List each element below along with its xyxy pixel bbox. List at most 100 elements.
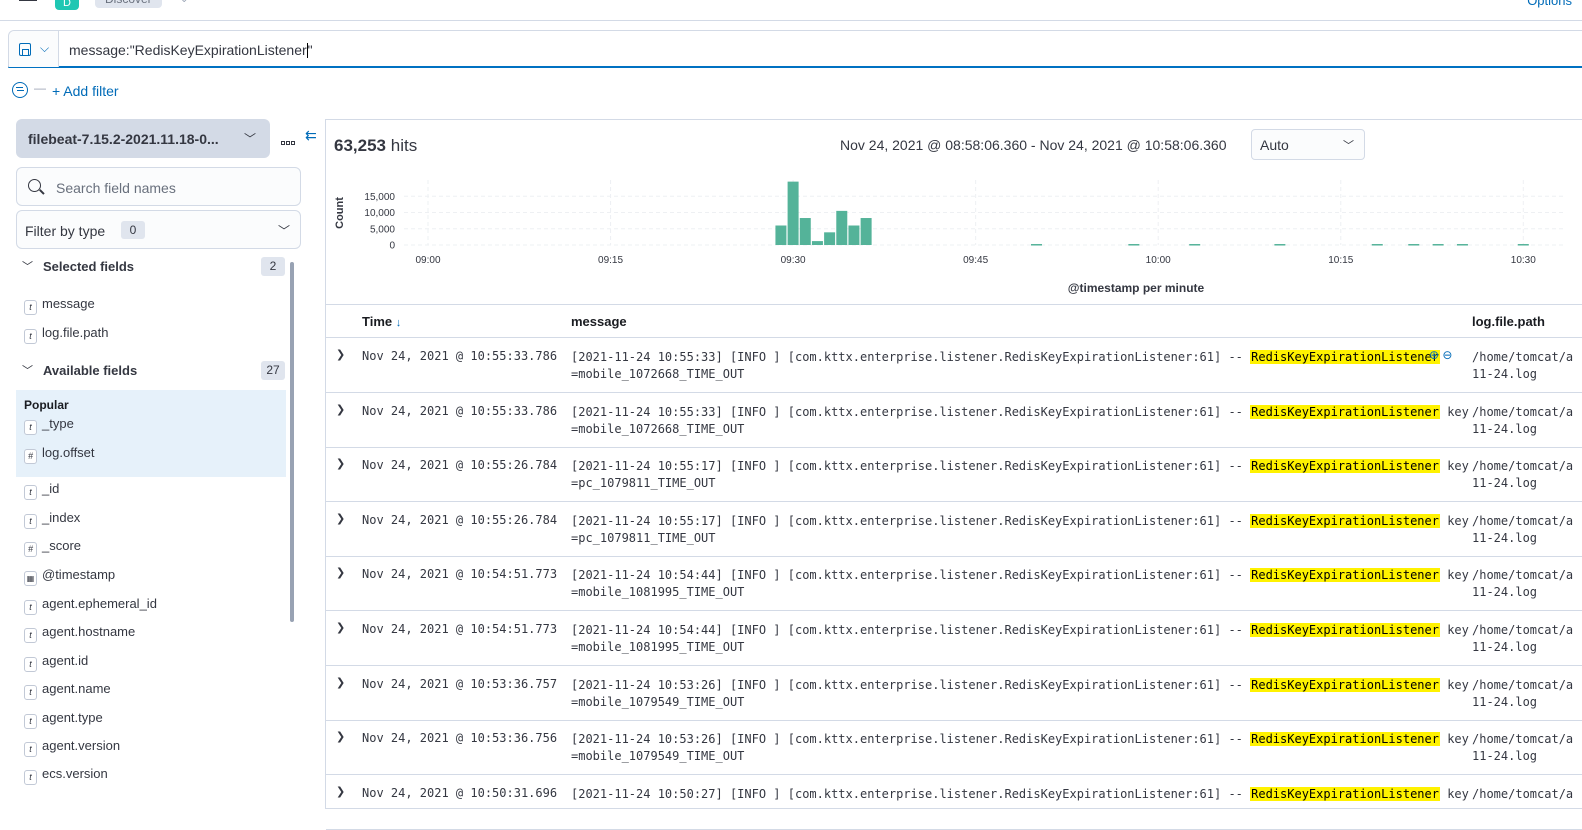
- table-row[interactable]: ❯ Nov 24, 2021 @ 10:55:33.786 [2021-11-24 …: [326, 393, 1582, 448]
- field-item-agent-hostname[interactable]: t agent.hostname: [24, 624, 135, 643]
- histogram-bar[interactable]: [1274, 244, 1286, 246]
- saved-query-button[interactable]: ⌵: [9, 31, 59, 67]
- histogram-bar[interactable]: [1031, 244, 1042, 246]
- table-row[interactable]: ❯ Nov 24, 2021 @ 10:54:51.773 [2021-11-24 …: [326, 556, 1582, 612]
- selected-fields-count: 2: [261, 257, 285, 276]
- collapse-sidebar-icon[interactable]: ⇇: [305, 127, 317, 144]
- sidebar-scrollbar[interactable]: [290, 262, 294, 622]
- x-tick-label: 10:00: [1146, 255, 1171, 266]
- filter-options-icon[interactable]: [12, 82, 28, 98]
- field-item-type[interactable]: t _type: [24, 416, 74, 435]
- field-item-agent-type[interactable]: t agent.type: [24, 710, 103, 729]
- index-pattern-selector[interactable]: filebeat-7.15.2-2021.11.18-0... ﹀: [16, 119, 270, 158]
- row-message: [2021-11-24 10:54:44] [INFO ] [com.kttx.…: [571, 623, 1469, 654]
- row-log-file-path: /home/tomcat/a 11-24.log: [1472, 623, 1574, 654]
- interval-select[interactable]: Auto ﹀: [1251, 129, 1365, 160]
- row-time: Nov 24, 2021 @ 10:55:33.786: [362, 349, 558, 363]
- expand-row-icon[interactable]: ❯: [336, 785, 345, 798]
- available-fields-header[interactable]: ﹀ Available fields 27: [22, 361, 285, 381]
- column-header-log-file-path[interactable]: log.file.path: [1472, 314, 1545, 329]
- filter-out-value-icon[interactable]: ⊖: [1442, 348, 1452, 362]
- field-item-agent-version[interactable]: t agent.version: [24, 738, 120, 757]
- column-header-time[interactable]: Time ↓: [362, 314, 401, 329]
- histogram-bar[interactable]: [824, 232, 836, 245]
- table-row[interactable]: ❯ Nov 24, 2021 @ 10:53:36.756 [2021-11-24 …: [326, 720, 1582, 776]
- space-avatar[interactable]: D: [55, 0, 79, 10]
- search-field-names-input[interactable]: Search field names: [16, 167, 301, 206]
- field-item-timestamp[interactable]: ▦ @timestamp: [24, 567, 115, 586]
- string-type-icon: t: [24, 742, 37, 757]
- filter-by-type-label: Filter by type: [25, 223, 106, 239]
- histogram-bar[interactable]: [860, 218, 872, 245]
- row-time: Nov 24, 2021 @ 10:54:51.773: [362, 567, 558, 582]
- expand-row-icon[interactable]: ❯: [336, 566, 345, 579]
- search-highlight: RedisKeyExpirationListener: [1250, 568, 1440, 583]
- field-item-agent-ephemeral-id[interactable]: t agent.ephemeral_id: [24, 596, 157, 615]
- histogram-bar[interactable]: [775, 225, 787, 246]
- expand-row-icon[interactable]: ❯: [336, 621, 345, 634]
- field-item-id[interactable]: t _id: [24, 481, 59, 500]
- table-header: Time ↓ message log.file.path: [326, 304, 1582, 338]
- expand-row-icon[interactable]: ❯: [336, 730, 345, 743]
- histogram-chart[interactable]: 15,000 10,000 5,000 0 09:00 09:15 09:30 09:45 1…: [326, 175, 1582, 300]
- filter-by-type-button[interactable]: Filter by type 0 ﹀: [16, 210, 301, 249]
- row-message: [2021-11-24 10:55:33] [INFO ] [com.kttx.…: [571, 404, 1469, 436]
- breadcrumb-discover[interactable]: Discover: [95, 0, 162, 8]
- field-item-log-offset[interactable]: # log.offset: [24, 445, 95, 464]
- table-row[interactable]: ❯ Nov 24, 2021 @ 10:54:51.773 [2021-11-24 …: [326, 611, 1582, 666]
- field-item-score[interactable]: # _score: [24, 538, 81, 557]
- row-log-file-path: /home/tomcat/a 11-24.log: [1472, 459, 1574, 491]
- column-header-message[interactable]: message: [571, 314, 627, 329]
- field-item-agent-id[interactable]: t agent.id: [24, 653, 88, 672]
- histogram-bar[interactable]: [1456, 244, 1468, 246]
- histogram-bar[interactable]: [1408, 244, 1420, 246]
- histogram-bar[interactable]: [1189, 244, 1201, 246]
- expand-row-icon[interactable]: ❯: [336, 348, 345, 361]
- index-options-icon[interactable]: [281, 133, 298, 145]
- histogram-bar[interactable]: [836, 210, 848, 245]
- field-item-agent-name[interactable]: t agent.name: [24, 681, 111, 700]
- table-row[interactable]: ❯ Nov 24, 2021 @ 10:55:26.784 [2021-11-24 …: [326, 502, 1582, 557]
- string-type-icon: t: [24, 628, 37, 643]
- cell-actions: ⊕ ⊖: [1429, 348, 1452, 362]
- histogram-bar[interactable]: [799, 218, 811, 245]
- expand-row-icon[interactable]: ❯: [336, 512, 345, 525]
- histogram-bar[interactable]: [1432, 244, 1444, 246]
- field-item-message[interactable]: t message: [24, 296, 95, 315]
- search-highlight: RedisKeyExpirationListener: [1250, 513, 1440, 528]
- field-item-ecs-version[interactable]: t ecs.version: [24, 766, 108, 785]
- options-link[interactable]: Options: [1527, 0, 1572, 8]
- histogram-bar[interactable]: [787, 181, 799, 245]
- filter-for-value-icon[interactable]: ⊕: [1429, 348, 1439, 362]
- histogram-bar[interactable]: [1128, 244, 1140, 246]
- row-time: Nov 24, 2021 @ 10:50:31.696: [362, 785, 558, 800]
- field-item-index[interactable]: t _index: [24, 510, 80, 529]
- search-highlight: RedisKeyExpirationListener: [1250, 677, 1440, 692]
- table-row[interactable]: ❯ Nov 24, 2021 @ 10:55:26.784 [2021-11-24 …: [326, 447, 1582, 503]
- chevron-down-icon[interactable]: ⌄: [180, 0, 188, 5]
- expand-row-icon[interactable]: ❯: [336, 403, 345, 416]
- add-filter-link[interactable]: + Add filter: [52, 83, 119, 99]
- search-highlight: RedisKeyExpirationListener: [1250, 350, 1440, 364]
- number-type-icon: #: [24, 542, 37, 557]
- row-message: [2021-11-24 10:53:26] [INFO ] [com.kttx.…: [571, 677, 1469, 709]
- field-item-log-file-path[interactable]: t log.file.path: [24, 325, 109, 344]
- table-row[interactable]: ❯ Nov 24, 2021 @ 10:55:33.786 [2021-11-24 …: [326, 338, 1582, 393]
- query-input[interactable]: message:"RedisKeyExpirationListener": [69, 42, 313, 58]
- histogram-bar[interactable]: [1371, 244, 1383, 246]
- table-row[interactable]: ❯ Nov 24, 2021 @ 10:50:31.696 [2021-11-24 …: [326, 775, 1582, 830]
- row-log-file-path: /home/tomcat/a 11-24.log: [1472, 568, 1574, 600]
- histogram-bar[interactable]: [811, 241, 823, 245]
- histogram-bar[interactable]: [848, 225, 860, 246]
- table-row[interactable]: ❯ Nov 24, 2021 @ 10:53:36.757 [2021-11-24 …: [326, 666, 1582, 721]
- string-type-icon: t: [24, 329, 37, 344]
- filter-type-count-badge: 0: [121, 221, 145, 239]
- histogram-bar[interactable]: [1517, 244, 1529, 246]
- expand-row-icon[interactable]: ❯: [336, 457, 345, 470]
- row-log-file-path: /home/tomcat/a 11-24.log: [1472, 513, 1574, 545]
- x-tick-label: 09:30: [781, 255, 806, 266]
- sort-descending-icon[interactable]: ↓: [396, 317, 402, 329]
- hamburger-menu-icon[interactable]: [19, 0, 37, 4]
- expand-row-icon[interactable]: ❯: [336, 676, 345, 689]
- selected-fields-header[interactable]: ﹀ Selected fields 2: [22, 257, 285, 277]
